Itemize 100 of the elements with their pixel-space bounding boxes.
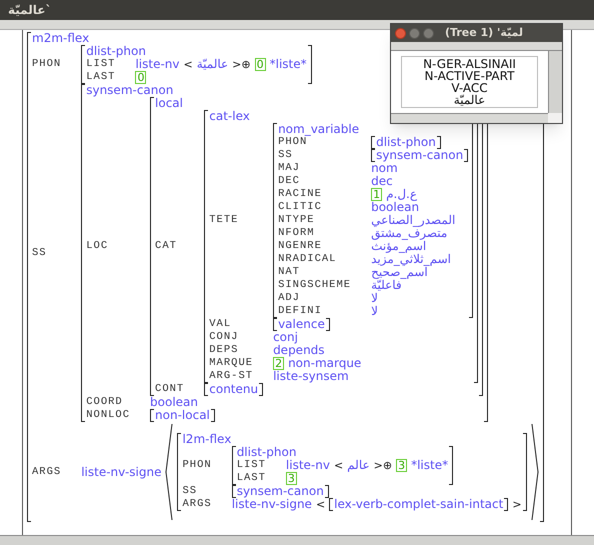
type-label: dlist-phon [236,446,296,459]
scrollbar[interactable] [391,113,548,123]
node-label: N-GER-ALSINAII [423,58,516,70]
type-label: ع.ل.م [386,188,418,201]
type-label: المصدر_الصناعي [371,214,456,227]
feature-name: SS [32,246,48,260]
feature-name: LAST [236,472,266,485]
symbol: > [512,498,522,511]
feature-name: PHON [32,58,62,71]
bracket [504,498,508,511]
feature-name: ARGS [32,466,62,478]
type-label: عالميّة [196,58,228,71]
type-label: conj [273,331,298,344]
feature-name: CLITIC [278,201,323,214]
feature-name: DEPS [209,344,240,357]
type-label: non-marque [288,357,362,370]
type-label: lex-verb-complet-sain-intact [334,498,504,511]
type-label: dec [371,175,393,188]
type-label: contenu [209,383,258,396]
bracket [210,409,215,422]
bracket [449,446,454,485]
window-title: عالميّة` [8,2,52,19]
symbol: >⊕ [374,459,392,472]
type-label: nom_variable [278,123,360,136]
type-label: liste-nv [135,58,180,71]
feature-name: PHON [278,136,308,149]
symbol: >⊕ [232,58,251,71]
type-label: nom [371,162,398,175]
feature-name: NFORM [278,227,316,240]
feature-name: CONT [155,383,184,396]
type-label: liste-nv [286,459,330,472]
type-label: *liste* [411,459,448,472]
type-label: liste-synsem [273,370,349,383]
feature-name: PHON [182,459,212,472]
feature-name: COORD [86,396,124,409]
scrollbar[interactable] [548,51,562,113]
node-label: عالميّة [454,94,486,106]
feature-name: CONJ [209,331,240,344]
type-label: depends [273,344,325,357]
feature-name: ARGS [182,498,212,511]
bracket [259,383,264,396]
tag-box: 0 [254,58,266,71]
tag-box: 0 [135,71,146,84]
bracket [150,409,154,422]
feature-name: MAJ [278,162,301,175]
type-label: *liste* [270,58,307,71]
angle-bracket-icon [530,422,539,522]
feature-name: NAT [278,266,301,279]
type-label: synsem-canon [86,84,174,97]
symbol: < [334,459,344,472]
bracket [436,136,441,149]
feature-name: CAT [155,240,178,253]
feature-name: NONLOC [86,409,130,422]
type-label: اسم_ثلاثي_مزيد [371,253,451,266]
type-label: dlist-phon [376,136,436,149]
symbol: < [316,498,326,511]
feature-name: LOC [86,240,110,253]
type-label: اسم_صحيح [371,266,428,279]
feature-name: SS [278,149,294,162]
feature-name: DEC [278,175,301,188]
feature-name: LIST [236,459,266,472]
feature-name: RACINE [278,188,323,201]
maximize-icon[interactable] [423,28,434,38]
feature-name: NRADICAL [278,253,338,266]
bracket [308,45,312,84]
minimize-icon[interactable] [409,28,420,38]
feature-name: TETE [209,214,240,227]
bracket [326,318,330,331]
type-label: dlist-phon [86,45,146,58]
node-label: V-ACC [451,82,488,94]
window-title: (Tree 1) 'لميّة [445,24,524,41]
type-label: boolean [371,201,420,214]
feature-name: ADJ [278,292,301,305]
type-label: liste-nv-signe [81,466,162,478]
type-label: synsem-canon [236,485,324,498]
feature-name: ARG-ST [209,370,254,383]
type-label: لا [371,305,378,318]
feature-name: DEFINI [278,305,323,318]
type-label: liste-nv-signe [232,498,312,511]
feature-name: LAST [86,71,116,84]
type-label: لا [371,292,378,305]
feature-name: SS [182,485,198,498]
feature-name: LIST [86,58,116,71]
node-label: N-ACTIVE-PART [424,70,514,82]
feature-name: SINGSCHEME [278,279,352,292]
type-label: m2m-flex [32,32,90,45]
tag-box: 1 [371,188,382,201]
type-label: l2m-flex [182,433,232,446]
tag-box: 3 [286,472,297,485]
feature-name: MARQUE [209,357,254,370]
type-label: non-local [155,409,210,422]
type-label: cat-lex [209,110,250,123]
tag-box: 2 [273,357,284,370]
feature-name: NTYPE [278,214,316,227]
type-label: local [155,97,183,110]
feature-name: NGENRE [278,240,323,253]
type-label: فاعليّة [371,279,402,292]
angle-bracket-icon [165,422,174,522]
feature-name: VAL [209,318,232,331]
close-icon[interactable] [395,28,406,38]
